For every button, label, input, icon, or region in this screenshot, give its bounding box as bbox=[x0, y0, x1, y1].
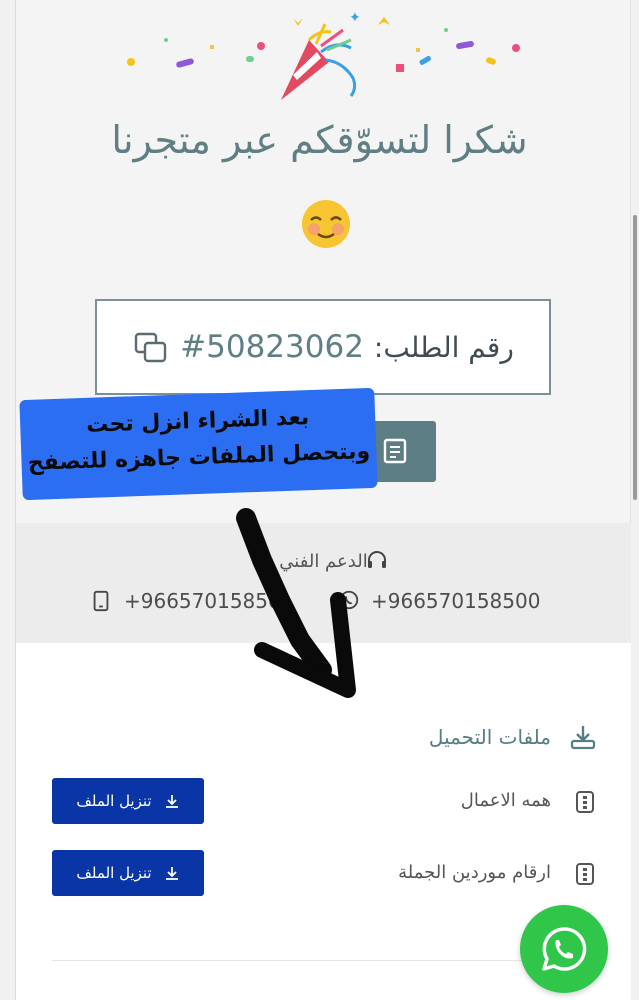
print-icon bbox=[383, 438, 407, 464]
download-file-row: ارقام موردين الجملة تنزيل الملف bbox=[16, 850, 631, 896]
order-number-value: #50823062 bbox=[180, 329, 364, 365]
mobile-phone-number[interactable]: +96657015850 bbox=[124, 589, 281, 613]
support-title: الدعم الفني bbox=[279, 551, 368, 572]
download-icon bbox=[165, 867, 178, 880]
mobile-phone-icon bbox=[93, 590, 109, 612]
download-button-label: تنزيل الملف bbox=[76, 864, 152, 882]
confetti-decoration: ✦ bbox=[127, 10, 520, 100]
download-file-row: همه الاعمال تنزيل الملف bbox=[16, 778, 631, 824]
whatsapp-icon bbox=[542, 927, 587, 971]
copy-icon[interactable] bbox=[132, 328, 170, 366]
file-name: همه الاعمال bbox=[460, 790, 551, 811]
download-tray-icon bbox=[570, 726, 596, 750]
file-zip-icon bbox=[576, 791, 594, 813]
support-section: الدعم الفني +966570158500 +96657015850 bbox=[16, 523, 631, 643]
whatsapp-chat-button[interactable] bbox=[520, 905, 608, 993]
headset-icon bbox=[368, 551, 386, 568]
support-contacts-row: +966570158500 +96657015850 bbox=[16, 585, 631, 615]
whatsapp-icon bbox=[339, 590, 359, 610]
download-file-button[interactable]: تنزيل الملف bbox=[52, 778, 204, 824]
order-number-label: رقم الطلب: bbox=[373, 330, 514, 364]
order-number-box: رقم الطلب: #50823062 bbox=[95, 299, 551, 395]
thanks-title: شكرا لتسوّقكم عبر متجرنا bbox=[111, 118, 528, 162]
download-icon bbox=[165, 795, 178, 808]
file-name: ارقام موردين الجملة bbox=[398, 862, 551, 883]
download-file-button[interactable]: تنزيل الملف bbox=[52, 850, 204, 896]
downloads-title: ملفات التحميل bbox=[428, 725, 551, 749]
file-zip-icon bbox=[576, 863, 594, 885]
annotation-note: بعد الشراء انزل تحت وبتحصل الملفات جاهزه… bbox=[19, 387, 378, 501]
section-divider bbox=[52, 960, 598, 961]
svg-text:✦: ✦ bbox=[349, 10, 361, 26]
whatsapp-phone-number[interactable]: +966570158500 bbox=[371, 589, 540, 613]
download-button-label: تنزيل الملف bbox=[76, 792, 152, 810]
scrollbar-thumb[interactable] bbox=[633, 215, 637, 500]
smiling-face-emoji bbox=[302, 200, 350, 248]
